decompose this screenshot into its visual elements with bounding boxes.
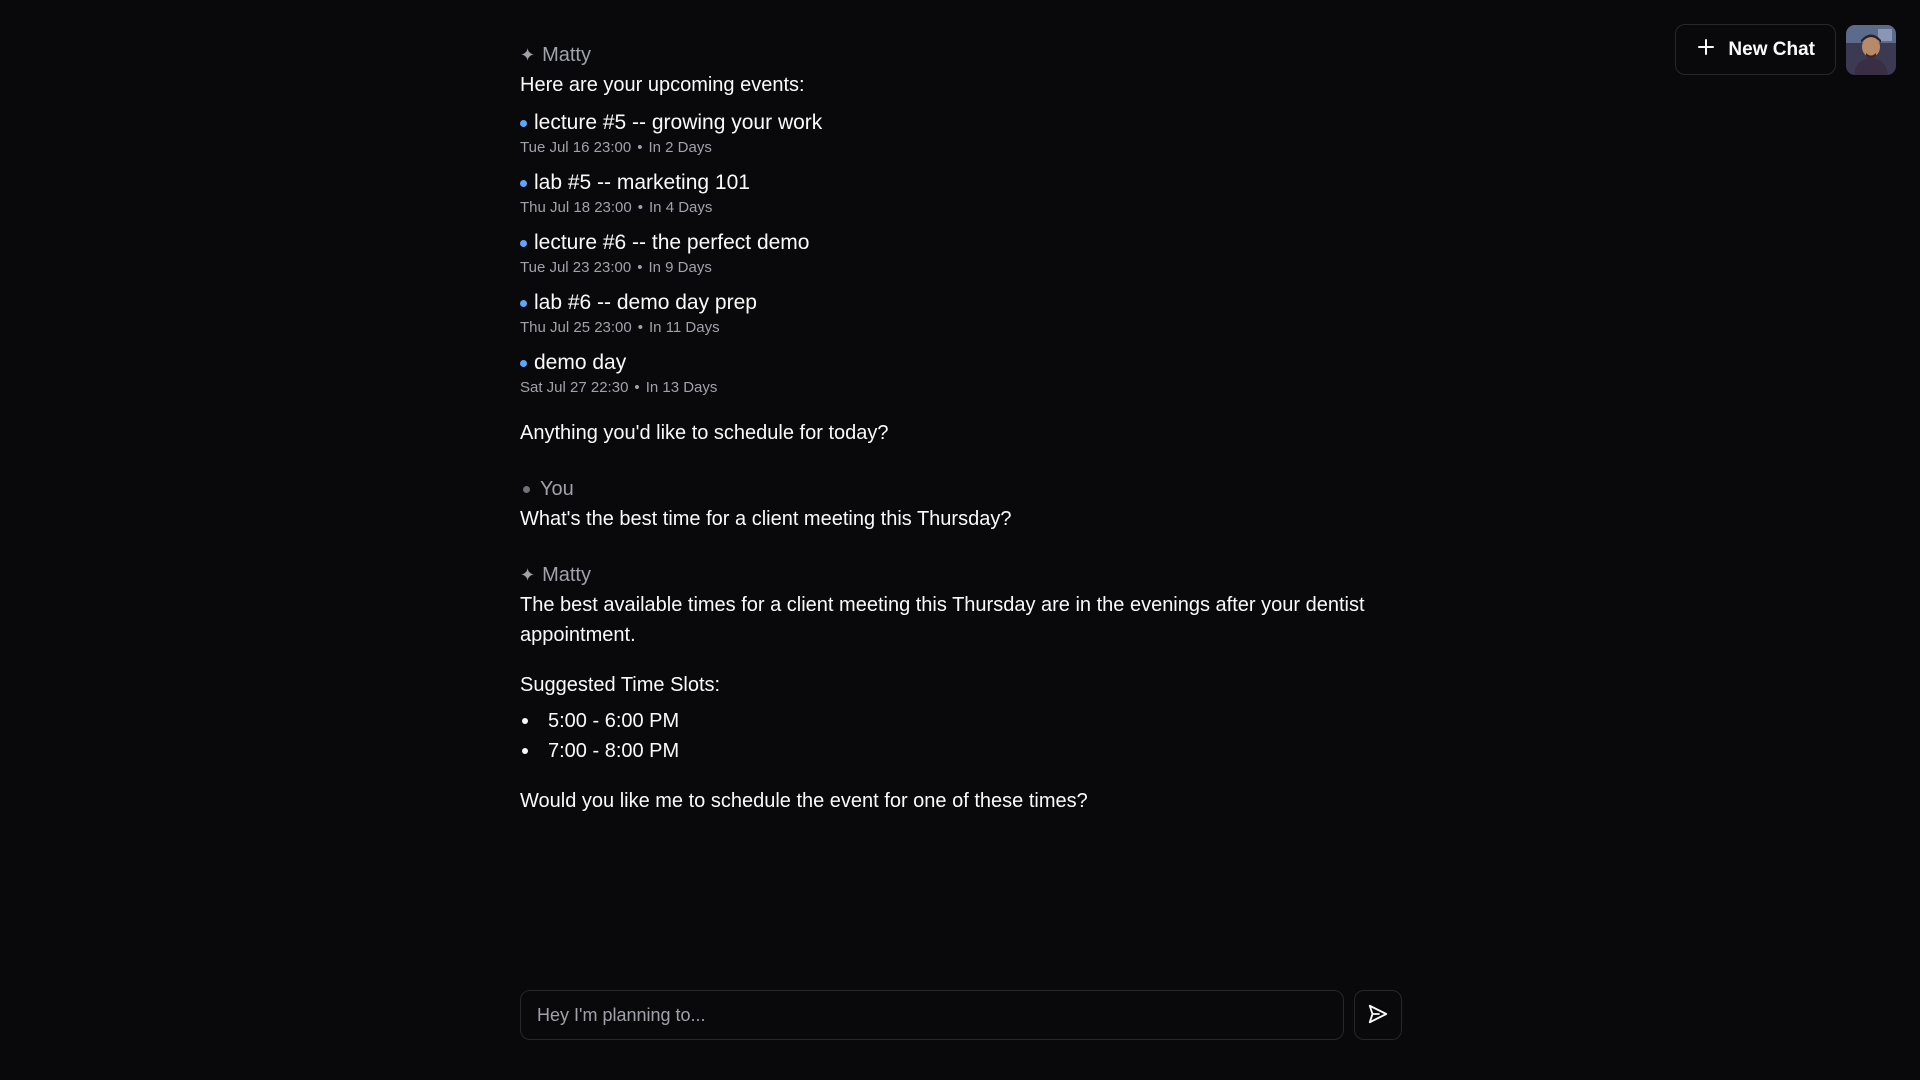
message-closing: Would you like me to schedule the event … <box>520 790 1088 812</box>
event-list: lecture #5 -- growing your work Tue Jul … <box>520 108 1400 398</box>
event-item[interactable]: demo day Sat Jul 27 22:30 • In 13 Days <box>520 348 1400 398</box>
conversation: ✦ Matty Here are your upcoming events: l… <box>520 40 1400 842</box>
meta-separator: • <box>637 199 644 216</box>
send-button[interactable] <box>1354 990 1402 1040</box>
time-slot-list: 5:00 - 6:00 PM 7:00 - 8:00 PM <box>520 706 1400 766</box>
event-title: lecture #6 -- the perfect demo <box>534 231 810 254</box>
plus-icon <box>1696 37 1716 63</box>
message-sender: ✦ Matty <box>520 560 1400 590</box>
sender-name: You <box>540 477 574 500</box>
event-item[interactable]: lecture #5 -- growing your work Tue Jul … <box>520 108 1400 158</box>
bullet-icon <box>522 748 528 754</box>
event-meta: Thu Jul 25 23:00 • In 11 Days <box>520 318 1400 338</box>
event-relative-time: In 2 Days <box>648 139 712 156</box>
user-message: You What's the best time for a client me… <box>520 474 1400 534</box>
event-item[interactable]: lab #5 -- marketing 101 Thu Jul 18 23:00… <box>520 168 1400 218</box>
bullet-icon <box>520 179 527 187</box>
assistant-message: ✦ Matty Here are your upcoming events: l… <box>520 40 1400 448</box>
event-title-row: lab #5 -- marketing 101 <box>520 168 1400 198</box>
assistant-message: ✦ Matty The best available times for a c… <box>520 560 1400 816</box>
event-date: Sat Jul 27 22:30 <box>520 379 629 396</box>
message-outro: Anything you'd like to schedule for toda… <box>520 422 889 444</box>
bullet-icon <box>520 239 527 247</box>
meta-separator: • <box>637 259 643 276</box>
event-relative-time: In 13 Days <box>645 379 718 396</box>
event-meta: Tue Jul 16 23:00 • In 2 Days <box>520 138 1400 158</box>
event-date: Tue Jul 16 23:00 <box>520 139 632 156</box>
time-slot-item: 5:00 - 6:00 PM <box>520 706 1400 736</box>
message-input[interactable] <box>520 990 1344 1040</box>
message-sender: You <box>520 474 1400 504</box>
new-chat-button[interactable]: New Chat <box>1675 24 1836 75</box>
event-title-row: lecture #5 -- growing your work <box>520 108 1400 138</box>
event-date: Thu Jul 18 23:00 <box>520 199 632 216</box>
sender-name: Matty <box>542 563 591 586</box>
meta-separator: • <box>637 139 643 156</box>
event-relative-time: In 9 Days <box>648 259 712 276</box>
composer <box>520 990 1402 1040</box>
meta-separator: • <box>634 379 640 396</box>
event-date: Thu Jul 25 23:00 <box>520 319 632 336</box>
time-slot-label: 5:00 - 6:00 PM <box>548 710 680 732</box>
avatar-image <box>1846 24 1896 75</box>
event-item[interactable]: lab #6 -- demo day prep Thu Jul 25 23:00… <box>520 288 1400 338</box>
event-meta: Thu Jul 18 23:00 • In 4 Days <box>520 198 1400 218</box>
event-relative-time: In 4 Days <box>649 199 713 216</box>
sender-name: Matty <box>542 43 591 66</box>
message-text: What's the best time for a client meetin… <box>520 508 1012 530</box>
user-avatar[interactable] <box>1846 24 1896 75</box>
bullet-icon <box>520 119 527 127</box>
meta-separator: • <box>637 319 644 336</box>
bullet-icon <box>522 718 528 724</box>
message-text: The best available times for a client me… <box>520 594 1365 646</box>
event-title-row: demo day <box>520 348 1400 378</box>
message-sender: ✦ Matty <box>520 40 1400 70</box>
time-slot-item: 7:00 - 8:00 PM <box>520 736 1400 766</box>
new-chat-label: New Chat <box>1728 38 1815 60</box>
dot-icon <box>523 485 530 493</box>
time-slot-label: 7:00 - 8:00 PM <box>548 740 680 762</box>
send-icon <box>1367 1003 1389 1028</box>
slots-heading: Suggested Time Slots: <box>520 674 721 696</box>
event-title: lab #5 -- marketing 101 <box>534 171 750 194</box>
event-relative-time: In 11 Days <box>649 319 720 336</box>
bullet-icon <box>520 359 527 367</box>
event-item[interactable]: lecture #6 -- the perfect demo Tue Jul 2… <box>520 228 1400 278</box>
event-title: lecture #5 -- growing your work <box>534 111 823 134</box>
event-meta: Tue Jul 23 23:00 • In 9 Days <box>520 258 1400 278</box>
event-title: lab #6 -- demo day prep <box>534 291 757 314</box>
event-title: demo day <box>534 351 627 374</box>
event-title-row: lab #6 -- demo day prep <box>520 288 1400 318</box>
event-meta: Sat Jul 27 22:30 • In 13 Days <box>520 378 1400 398</box>
top-bar: New Chat <box>1675 24 1896 75</box>
event-date: Tue Jul 23 23:00 <box>520 259 632 276</box>
bullet-icon <box>520 299 527 307</box>
sparkle-icon: ✦ <box>520 564 536 585</box>
message-intro: Here are your upcoming events: <box>520 74 805 96</box>
sparkle-icon: ✦ <box>520 44 536 65</box>
event-title-row: lecture #6 -- the perfect demo <box>520 228 1400 258</box>
